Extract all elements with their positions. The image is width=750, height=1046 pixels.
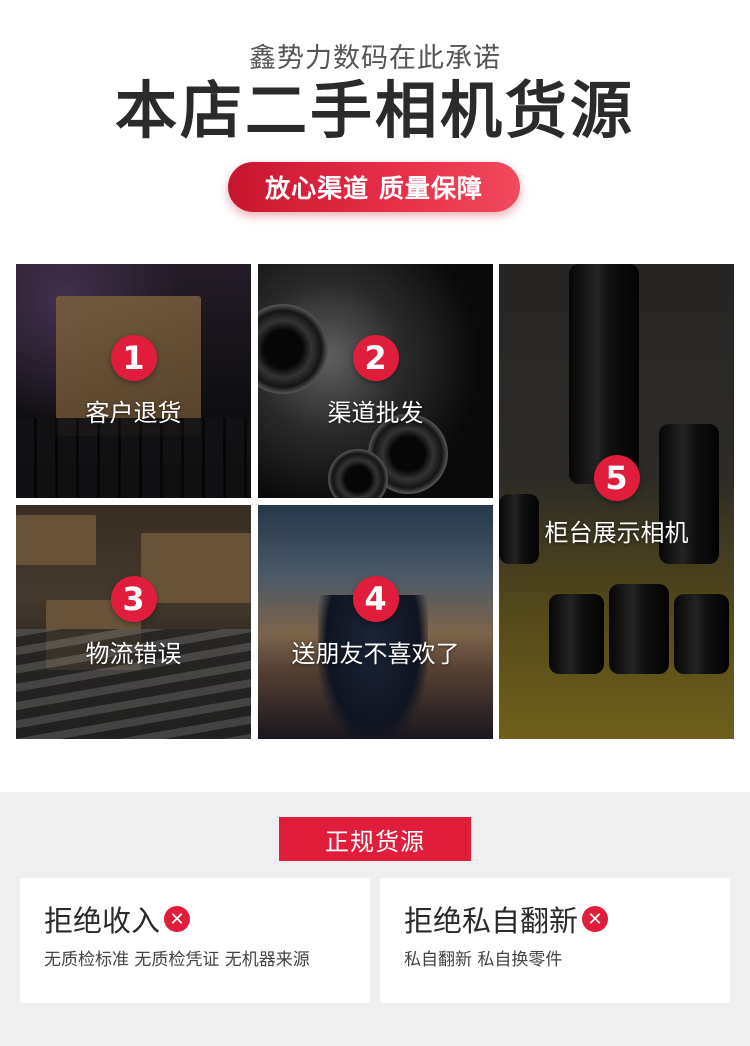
tile-number-badge: 5 <box>593 455 640 501</box>
card-description: 无质检标准 无质检凭证 无机器来源 <box>44 950 310 970</box>
tile-unwanted-gift: 4 送朋友不喜欢了 <box>258 505 493 739</box>
close-icon: ✕ <box>164 906 191 932</box>
card-reject-intake: 拒绝收入 ✕ 无质检标准 无质检凭证 无机器来源 <box>20 878 370 1003</box>
tile-number-badge: 3 <box>110 575 157 622</box>
card-reject-refurbish: 拒绝私自翻新 ✕ 私自翻新 私自换零件 <box>380 878 730 1003</box>
card-title-text: 拒绝收入 <box>44 904 161 938</box>
card-title: 拒绝私自翻新 ✕ <box>404 898 609 940</box>
tile-label: 物流错误 <box>85 639 182 668</box>
tile-customer-returns: 1 客户退货 <box>16 264 251 498</box>
tile-number-badge: 2 <box>352 334 399 381</box>
tile-overlay <box>16 264 251 498</box>
promise-pill: 放心渠道 质量保障 <box>228 162 520 212</box>
tile-overlay <box>258 264 493 498</box>
tile-label: 渠道批发 <box>327 398 424 427</box>
tile-overlay <box>258 505 493 739</box>
page-title: 本店二手相机货源 <box>114 74 635 147</box>
page: 鑫势力数码在此承诺 本店二手相机货源 放心渠道 质量保障 1 客户退货 2 渠道… <box>0 0 750 1046</box>
card-title: 拒绝收入 ✕ <box>44 898 191 940</box>
tile-channel-wholesale: 2 渠道批发 <box>258 264 493 498</box>
tile-display-cameras: 5 柜台展示相机 <box>499 264 734 739</box>
card-description: 私自翻新 私自换零件 <box>404 950 563 970</box>
card-title-text: 拒绝私自翻新 <box>404 904 579 938</box>
tile-logistics-error: 3 物流错误 <box>16 505 251 739</box>
tile-label: 柜台展示相机 <box>544 519 689 547</box>
genuine-source-badge: 正规货源 <box>279 817 471 861</box>
store-subtitle: 鑫势力数码在此承诺 <box>249 43 501 74</box>
tile-number-badge: 4 <box>352 575 399 622</box>
close-icon: ✕ <box>582 906 609 932</box>
tile-overlay <box>16 505 251 739</box>
tile-label: 送朋友不喜欢了 <box>291 639 460 668</box>
tile-overlay <box>499 264 734 739</box>
tile-number-badge: 1 <box>110 334 157 381</box>
tile-label: 客户退货 <box>85 398 182 427</box>
